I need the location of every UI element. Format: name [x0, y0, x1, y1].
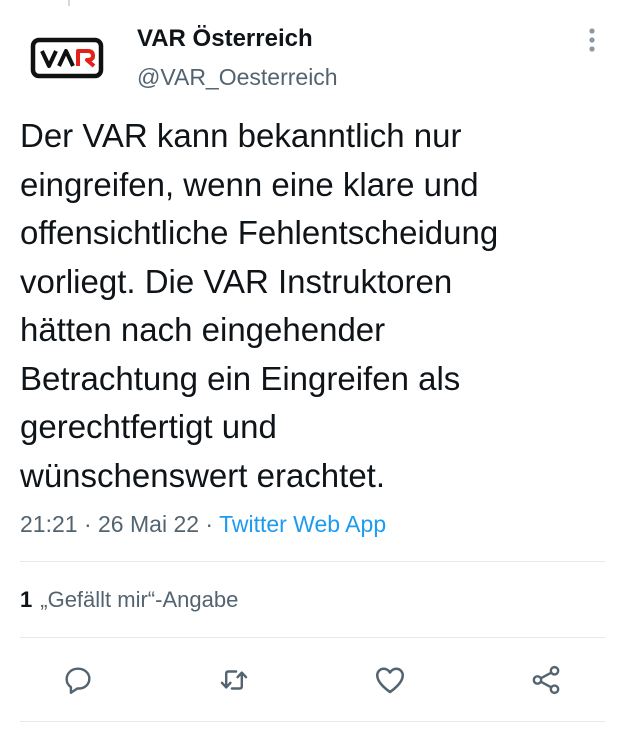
retweet-button[interactable] [210, 656, 258, 704]
divider [20, 721, 605, 722]
likes-count: 1 [20, 587, 33, 612]
display-name[interactable]: VAR Österreich [137, 24, 338, 54]
divider [20, 637, 605, 638]
like-button[interactable] [366, 656, 414, 704]
share-icon [532, 665, 560, 695]
tweet-date[interactable]: 26 Mai 22 [98, 511, 199, 537]
divider [20, 561, 605, 562]
heart-icon [375, 667, 405, 694]
meta-separator: · [77, 511, 99, 537]
author-names: VAR Österreich @VAR_Oesterreich [137, 24, 338, 92]
more-vertical-icon [589, 28, 595, 52]
more-options-button[interactable] [578, 26, 606, 54]
share-button[interactable] [522, 656, 570, 704]
likes-label: „Gefällt mir“-Angabe [40, 587, 239, 612]
avatar[interactable] [20, 26, 114, 90]
tweet-time[interactable]: 21:21 [20, 511, 78, 537]
meta-separator: · [199, 511, 220, 537]
tweet-actions-bar [0, 656, 625, 704]
tweet-text: Der VAR kann bekanntlich nur eingreifen,… [20, 117, 499, 494]
reply-icon [65, 667, 91, 694]
var-logo [30, 37, 104, 79]
user-handle[interactable]: @VAR_Oesterreich [137, 62, 338, 92]
tweet-source-link[interactable]: Twitter Web App [219, 511, 386, 537]
reply-button[interactable] [54, 656, 102, 704]
retweet-icon [220, 670, 248, 690]
likes-stat[interactable]: 1 „Gefällt mir“-Angabe [20, 585, 238, 615]
tweet-meta: 21:21 · 26 Mai 22 · Twitter Web App [20, 509, 386, 539]
tweet-header: VAR Österreich @VAR_Oesterreich [0, 0, 625, 110]
